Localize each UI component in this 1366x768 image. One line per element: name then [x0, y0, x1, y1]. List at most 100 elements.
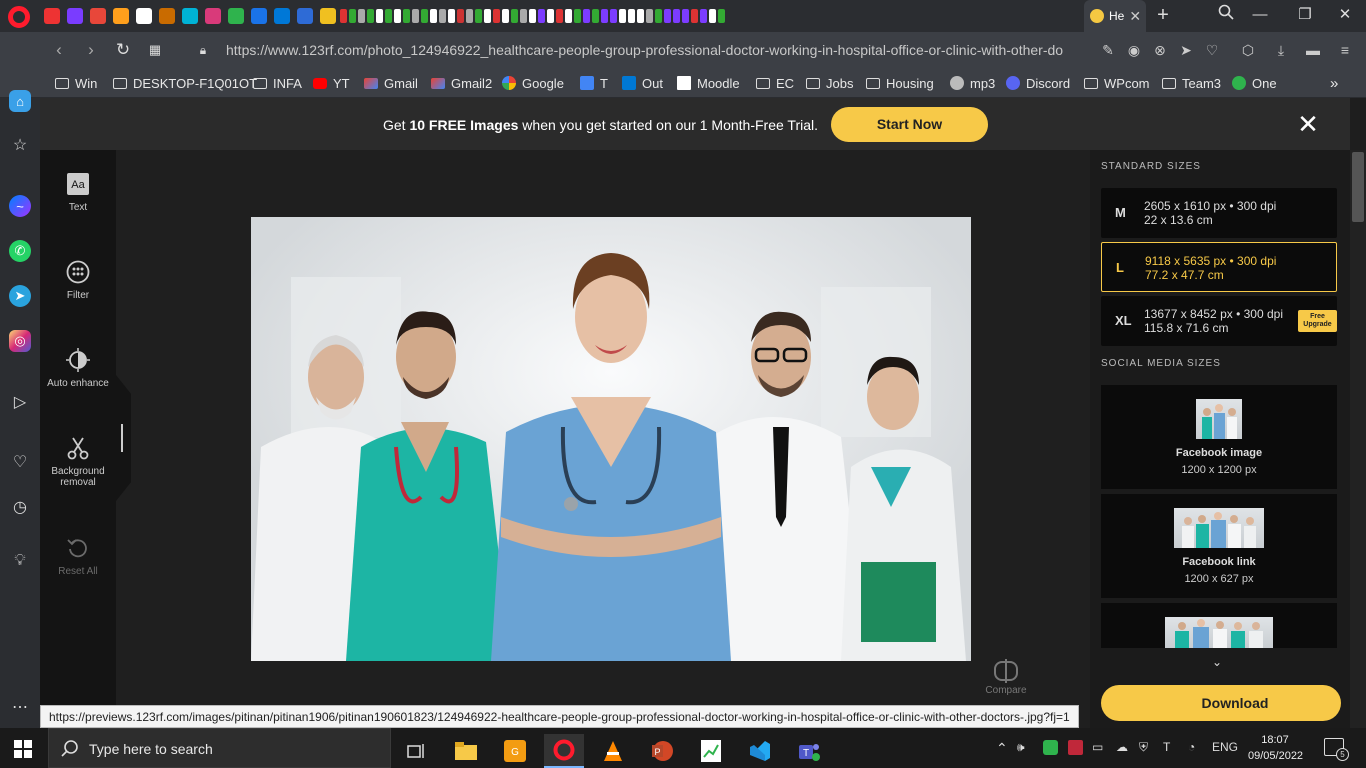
bookmark-yt[interactable]: YT: [313, 74, 350, 92]
tab-favicon[interactable]: [178, 4, 201, 28]
language-indicator[interactable]: ENG: [1212, 740, 1238, 754]
taskbar-search[interactable]: Type here to search: [48, 728, 391, 768]
tab-mini[interactable]: [600, 4, 609, 28]
tab-mini[interactable]: [393, 4, 402, 28]
favorites-icon[interactable]: ♡: [9, 451, 31, 473]
tab-mini[interactable]: [474, 4, 483, 28]
background-removal-tool[interactable]: Background removal: [40, 436, 116, 488]
tab-mini[interactable]: [456, 4, 465, 28]
tab-favicon[interactable]: [86, 4, 109, 28]
close-tab-icon[interactable]: ✕: [1129, 8, 1141, 25]
filter-tool[interactable]: Filter: [40, 260, 116, 301]
compare-button[interactable]: Compare: [984, 659, 1028, 696]
sidebar-more-icon[interactable]: ⋯: [9, 696, 31, 718]
forward-icon[interactable]: ›: [80, 39, 102, 61]
tab-mini[interactable]: [465, 4, 474, 28]
bookmark-win[interactable]: Win: [55, 74, 97, 92]
tab-mini[interactable]: [564, 4, 573, 28]
reset-all-tool[interactable]: Reset All: [40, 536, 116, 577]
tips-icon[interactable]: 💡︎: [9, 550, 31, 572]
vscode-icon[interactable]: [740, 734, 780, 768]
display-app-icon[interactable]: [1068, 740, 1083, 758]
battery-icon[interactable]: ▭: [1092, 740, 1103, 754]
bookmark-moodle[interactable]: Moodle: [677, 74, 740, 92]
tab-mini[interactable]: [645, 4, 654, 28]
tab-favicon[interactable]: [40, 4, 63, 28]
menu-icon[interactable]: ≡: [1336, 41, 1354, 59]
tool-panel-tab[interactable]: [116, 375, 131, 501]
tab-mini[interactable]: [492, 4, 501, 28]
cube-icon[interactable]: ⬡: [1239, 41, 1257, 59]
tab-mini[interactable]: [339, 4, 348, 28]
tab-favicon[interactable]: [316, 4, 339, 28]
tab-mini[interactable]: [357, 4, 366, 28]
tab-mini[interactable]: [717, 4, 726, 28]
bookmark-mp3[interactable]: mp3: [950, 74, 995, 92]
new-tab-button[interactable]: +: [1152, 4, 1174, 26]
teams-icon[interactable]: T: [789, 734, 829, 768]
tab-mini[interactable]: [627, 4, 636, 28]
tab-favicon[interactable]: [155, 4, 178, 28]
close-window-button[interactable]: ✕: [1330, 4, 1360, 26]
sheets-app-icon[interactable]: [691, 734, 731, 768]
bookmark-gmail[interactable]: Gmail: [364, 74, 418, 92]
whatsapp-icon[interactable]: ✆: [9, 240, 31, 262]
tab-overview-icon[interactable]: ▦: [144, 39, 166, 61]
tab-favicon[interactable]: [201, 4, 224, 28]
tab-mini[interactable]: [348, 4, 357, 28]
vlc-icon[interactable]: [593, 734, 633, 768]
tab-mini[interactable]: [528, 4, 537, 28]
battery-saver-icon[interactable]: ▬: [1304, 41, 1322, 59]
teams-tray-icon[interactable]: T: [1163, 740, 1170, 754]
tab-mini[interactable]: [366, 4, 375, 28]
tab-mini[interactable]: [609, 4, 618, 28]
tab-favicon[interactable]: [293, 4, 316, 28]
bookmark-infa[interactable]: INFA: [253, 74, 302, 92]
bookmark-team3[interactable]: Team3: [1162, 74, 1221, 92]
search-input[interactable]: Type here to search: [89, 741, 213, 757]
start-now-button[interactable]: Start Now: [831, 107, 988, 142]
tab-mini[interactable]: [375, 4, 384, 28]
tab-mini[interactable]: [555, 4, 564, 28]
wifi-icon[interactable]: ◔: [1188, 740, 1195, 754]
file-explorer-icon[interactable]: [446, 734, 486, 768]
tab-mini[interactable]: [438, 4, 447, 28]
tab-mini[interactable]: [582, 4, 591, 28]
download-button[interactable]: Download: [1101, 685, 1341, 721]
size-option-xl[interactable]: XL 13677 x 8452 px • 300 dpi 115.8 x 71.6 …: [1101, 296, 1337, 346]
instagram-icon[interactable]: ◎: [9, 330, 31, 352]
tab-mini[interactable]: [519, 4, 528, 28]
notification-icon[interactable]: 5: [1324, 738, 1349, 761]
url-field[interactable]: https://www.123rf.com/photo_124946922_he…: [226, 42, 1088, 60]
social-size-card[interactable]: Facebook link 1200 x 627 px: [1101, 494, 1337, 598]
bookmark-wpcom[interactable]: WPcom: [1084, 74, 1150, 92]
bookmark-google[interactable]: Google: [502, 74, 564, 92]
social-size-card[interactable]: [1101, 603, 1337, 648]
pdf-app-icon[interactable]: G: [495, 734, 535, 768]
bookmark-one[interactable]: One: [1232, 74, 1277, 92]
bookmark-desktop-f1q01ot[interactable]: DESKTOP-F1Q01OT: [113, 74, 257, 92]
bookmark-discord[interactable]: Discord: [1006, 74, 1070, 92]
tab-mini[interactable]: [420, 4, 429, 28]
heart-icon[interactable]: ♡: [1203, 41, 1221, 59]
speed-dial-icon[interactable]: ☆: [9, 134, 31, 156]
send-icon[interactable]: ➤: [1177, 41, 1195, 59]
tab-mini[interactable]: [663, 4, 672, 28]
tab-mini[interactable]: [384, 4, 393, 28]
tab-mini[interactable]: [501, 4, 510, 28]
volume-icon[interactable]: 🕪︎: [1017, 740, 1025, 755]
search-tabs-icon[interactable]: [1211, 4, 1241, 26]
home-icon[interactable]: ⌂: [9, 90, 31, 112]
tab-mini[interactable]: [708, 4, 717, 28]
tab-favicon[interactable]: [132, 4, 155, 28]
restore-button[interactable]: ❐: [1290, 4, 1320, 26]
tab-mini[interactable]: [573, 4, 582, 28]
security-icon[interactable]: [1043, 740, 1058, 758]
download-icon[interactable]: ⤓: [1272, 41, 1290, 59]
text-tool[interactable]: Aa Text: [40, 172, 116, 213]
task-view-icon[interactable]: [396, 734, 436, 768]
back-icon[interactable]: ‹: [48, 39, 70, 61]
windows-start-icon[interactable]: [14, 740, 32, 758]
onedrive-icon[interactable]: ☁: [1116, 740, 1128, 754]
tool-panel-handle[interactable]: [121, 424, 123, 452]
